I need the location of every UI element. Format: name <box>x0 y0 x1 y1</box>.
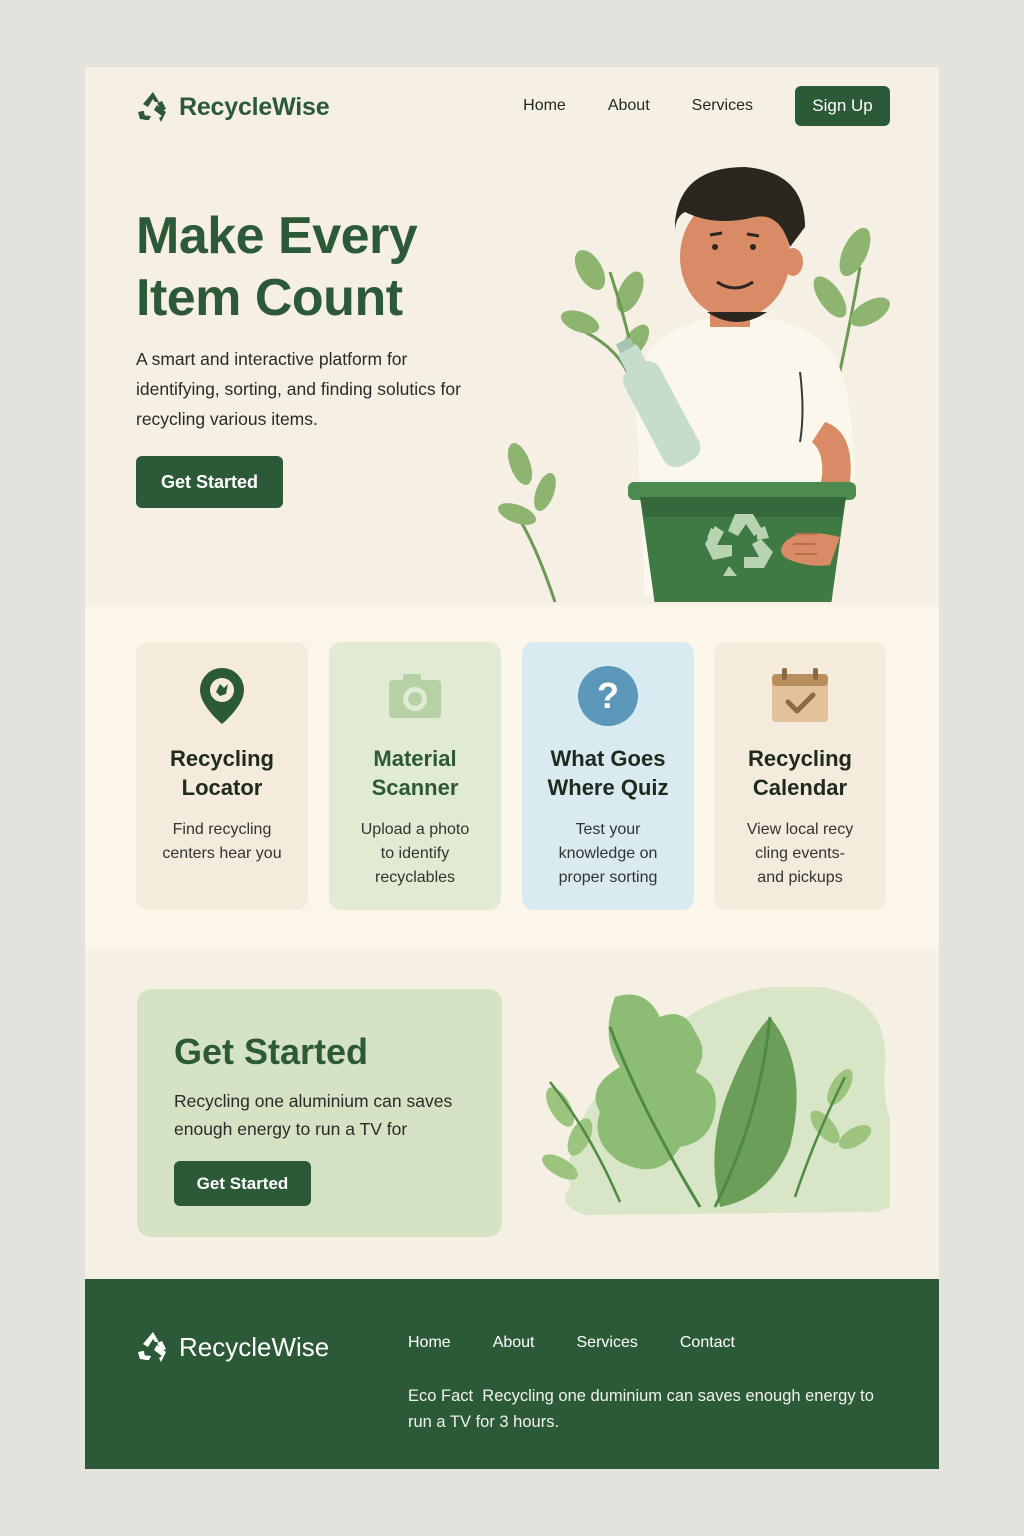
get-started-card: Get Started Recycling one aluminium can … <box>137 989 502 1237</box>
nav-services[interactable]: Services <box>692 97 753 115</box>
footer-nav-home[interactable]: Home <box>408 1334 451 1352</box>
feature-card-material-scanner[interactable]: Material Scanner Upload a photo to ident… <box>329 642 501 910</box>
footer-nav-contact[interactable]: Contact <box>680 1334 735 1352</box>
footer: RecycleWise Home About Services Contact … <box>85 1279 939 1469</box>
person-recycling-illustration <box>497 167 890 602</box>
hero-title: Make Every Item Count <box>136 207 418 327</box>
eco-fact-text: Recycling one duminium can saves enough … <box>408 1387 874 1431</box>
feature-title: Material Scanner <box>371 746 459 800</box>
page: RecycleWise Home About Services Sign Up … <box>85 67 939 1469</box>
top-nav: Home About Services Sign Up <box>523 86 890 126</box>
eco-fact: Eco Fact Recycling one duminium can save… <box>408 1383 898 1435</box>
footer-logo[interactable]: RecycleWise <box>135 1329 329 1365</box>
svg-text:?: ? <box>597 675 619 716</box>
feature-title: What Goes Where Quiz <box>547 746 669 800</box>
recycle-icon <box>138 92 166 122</box>
feature-card-quiz[interactable]: ? What Goes Where Quiz Test your knowled… <box>522 642 694 910</box>
footer-nav: Home About Services Contact <box>408 1334 777 1352</box>
features-section: Recycling Locator Find recycling centers… <box>85 605 939 949</box>
brand-name: RecycleWise <box>179 92 330 121</box>
calendar-icon <box>772 668 828 722</box>
cta-text: Recycling one aluminium can saves enough… <box>174 1091 453 1139</box>
feature-desc: View local recy cling events- and pickup… <box>746 821 854 886</box>
feature-title: Recycling Locator <box>170 746 274 800</box>
cta-title: Get Started <box>174 1031 369 1072</box>
feature-desc: Find recycling centers hear you <box>162 821 282 862</box>
camera-icon <box>389 674 441 718</box>
footer-nav-about[interactable]: About <box>493 1334 535 1352</box>
footer-nav-services[interactable]: Services <box>577 1334 638 1352</box>
logo[interactable]: RecycleWise <box>135 89 330 125</box>
footer-brand-name: RecycleWise <box>179 1331 330 1362</box>
nav-home[interactable]: Home <box>523 97 566 115</box>
feature-title: Recycling Calendar <box>748 746 852 800</box>
eco-fact-label: Eco Fact <box>408 1387 474 1405</box>
question-icon: ? <box>578 666 638 726</box>
sign-up-button[interactable]: Sign Up <box>795 86 890 126</box>
hero-subtitle: A smart and interactive platform for ide… <box>136 349 461 429</box>
cta-get-started-button[interactable]: Get Started <box>174 1161 311 1206</box>
feature-desc: Test your knowledge on proper sorting <box>558 821 658 886</box>
recycle-icon <box>138 1332 166 1362</box>
feature-card-recycling-calendar[interactable]: Recycling Calendar View local recy cling… <box>714 642 886 910</box>
nav-about[interactable]: About <box>608 97 650 115</box>
leaves-illustration <box>542 987 890 1215</box>
feature-desc: Upload a photo to identify recyclables <box>360 821 470 886</box>
feature-card-recycling-locator[interactable]: Recycling Locator Find recycling centers… <box>136 642 308 910</box>
location-pin-icon <box>200 668 244 724</box>
hero-get-started-button[interactable]: Get Started <box>136 456 283 508</box>
